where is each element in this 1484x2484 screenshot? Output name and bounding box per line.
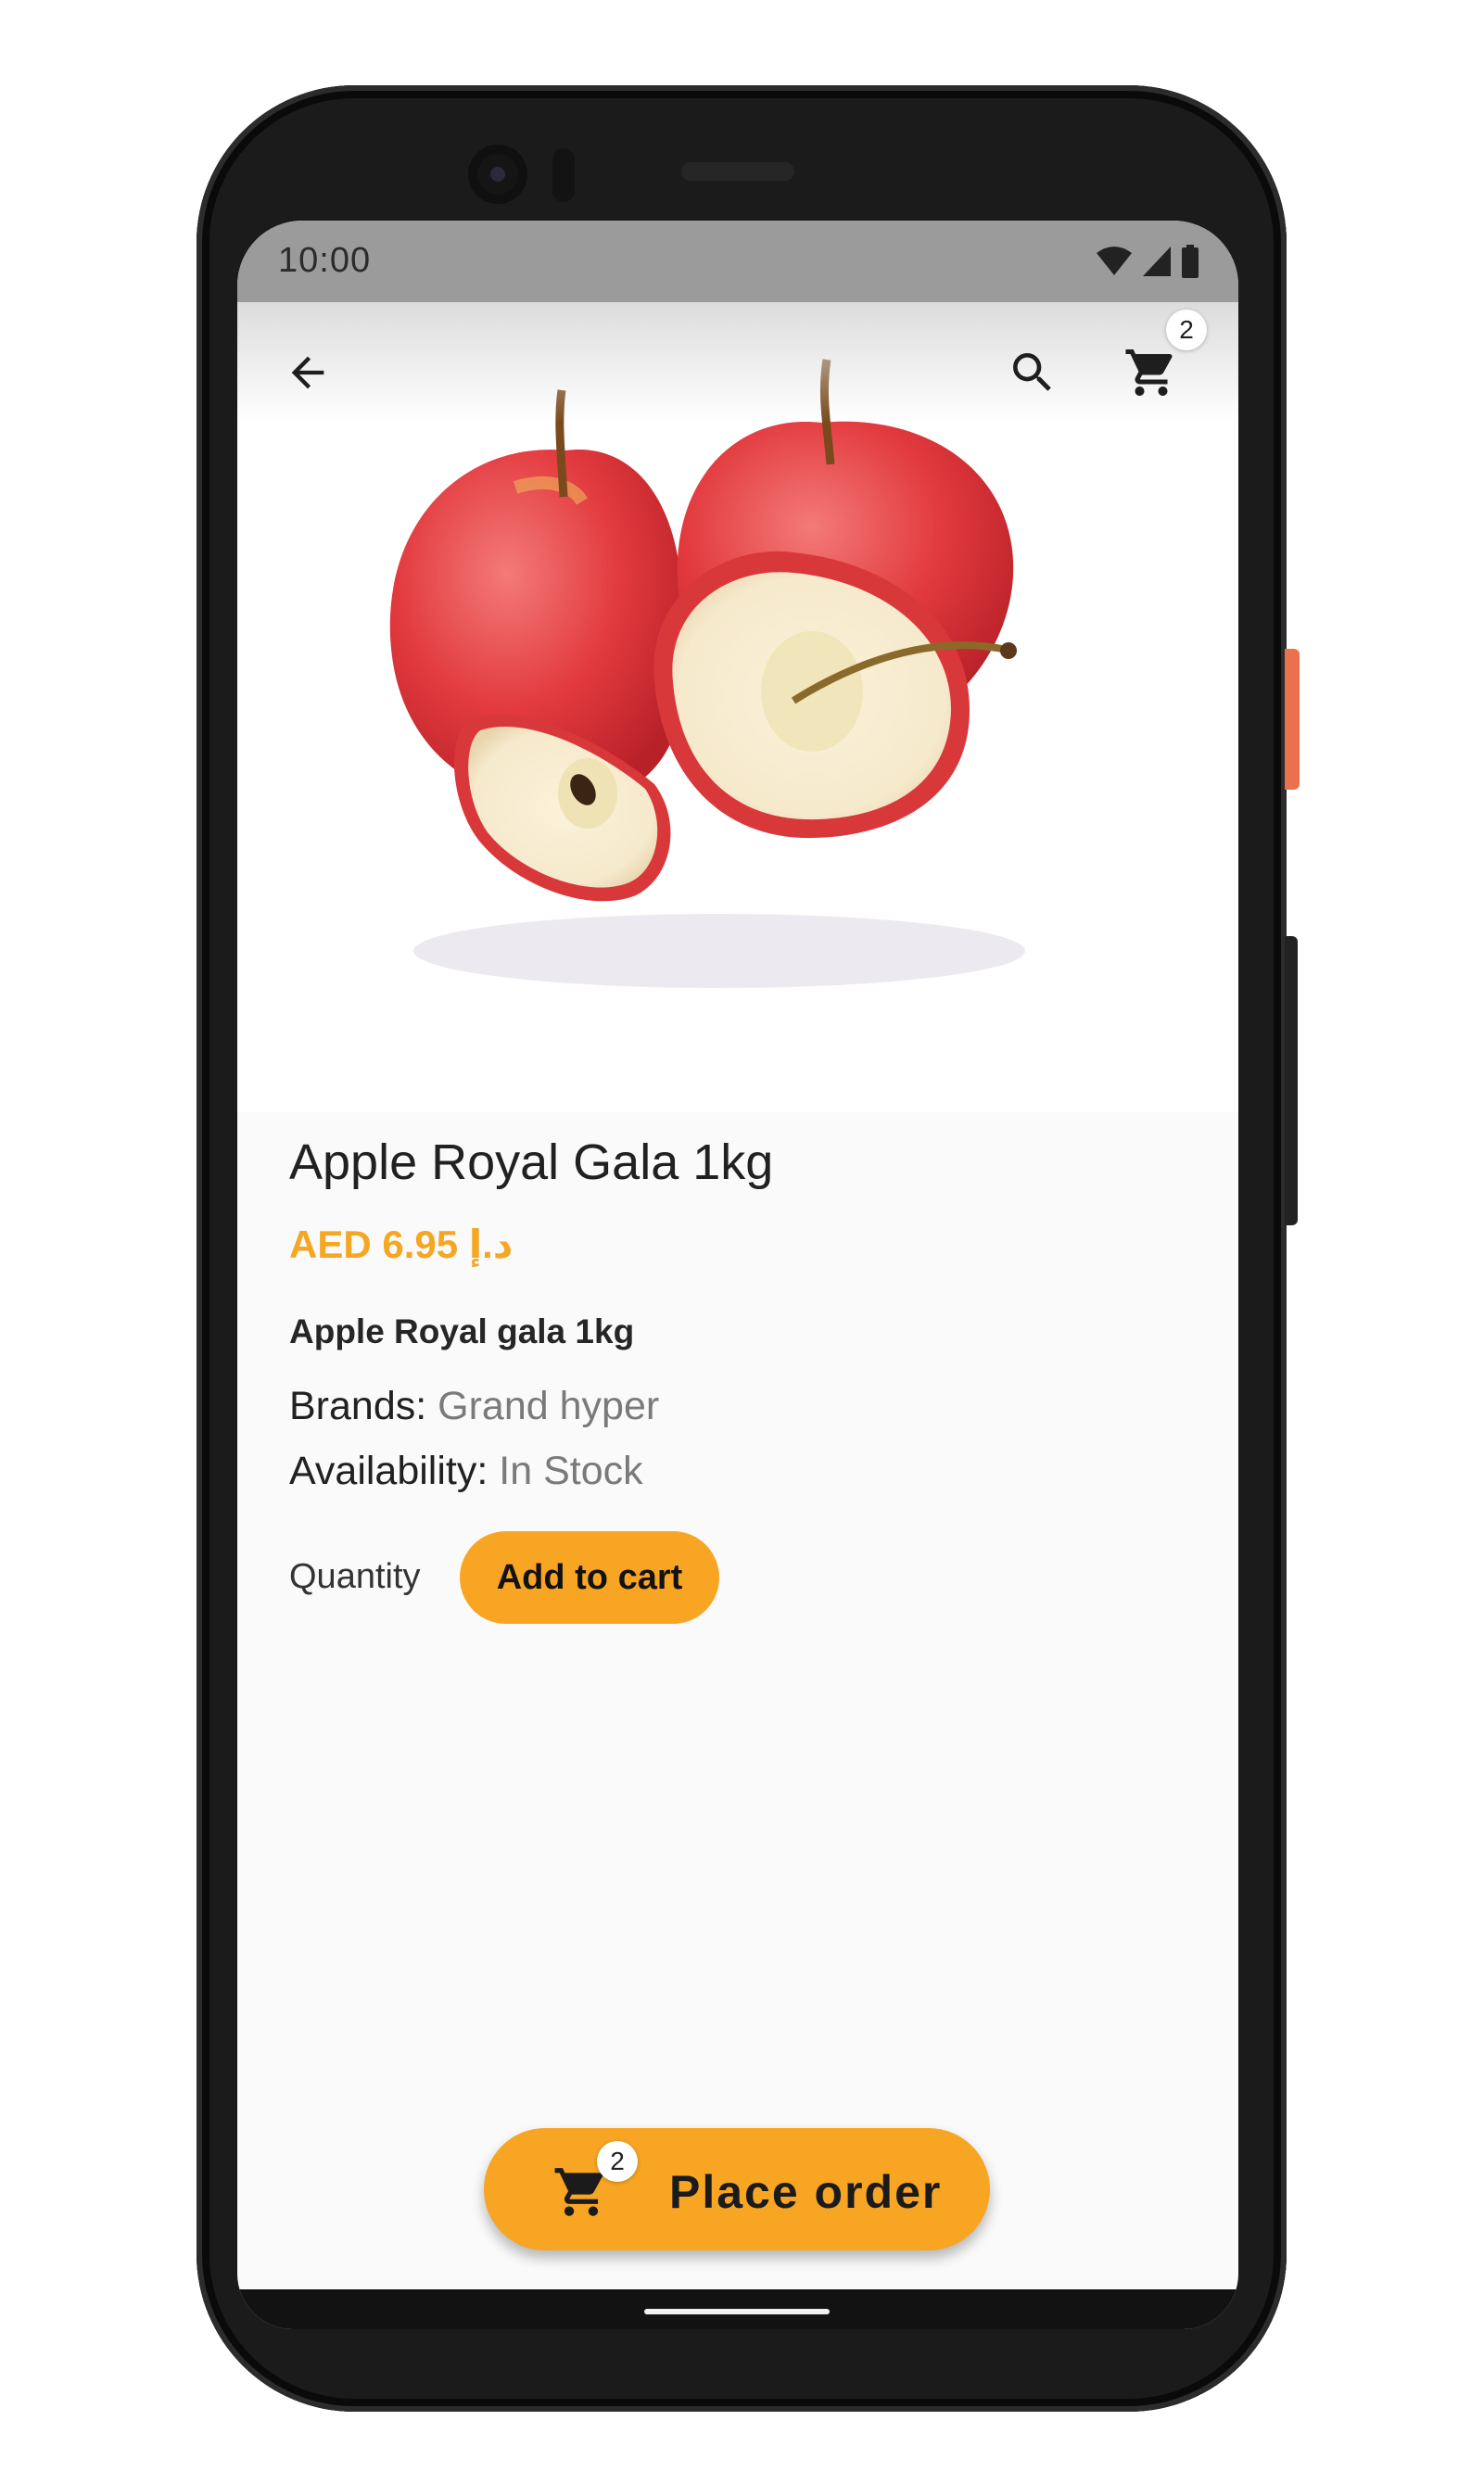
apples-image xyxy=(389,359,1025,988)
status-time: 10:00 xyxy=(278,241,372,280)
back-button[interactable] xyxy=(271,336,345,410)
search-icon xyxy=(1013,353,1051,391)
home-indicator[interactable] xyxy=(644,2309,830,2314)
search-button[interactable] xyxy=(996,336,1070,410)
front-camera xyxy=(468,145,527,204)
place-order-count-badge: 2 xyxy=(597,2141,638,2182)
brand-label: Brands: xyxy=(289,1384,427,1428)
place-order-label: Place order xyxy=(669,2166,943,2218)
wifi-icon xyxy=(1097,247,1132,275)
cart-icon xyxy=(1125,349,1173,396)
product-price: AED 6.95 د.إ xyxy=(289,1223,514,1266)
product-description: Apple Royal gala 1kg xyxy=(289,1312,635,1350)
status-bar: 10:00 xyxy=(237,221,1238,302)
arrow-back-icon xyxy=(291,356,324,389)
power-button xyxy=(1285,649,1300,790)
proximity-sensor xyxy=(552,148,575,202)
toolbar-scrim xyxy=(237,302,1238,423)
product-title: Apple Royal Gala 1kg xyxy=(289,1134,774,1190)
battery-icon xyxy=(1182,245,1199,278)
add-to-cart-button[interactable]: Add to cart xyxy=(460,1531,719,1624)
cart-count-badge: 2 xyxy=(1166,310,1207,350)
place-order-button[interactable]: 2 Place order xyxy=(484,2128,990,2250)
volume-button xyxy=(1285,936,1298,1225)
brand-row: Brands: Grand hyper xyxy=(289,1384,659,1429)
app-screen: 10:00 2 Apple Royal Gala 1kg AED 6.95 د.… xyxy=(237,221,1238,2329)
availability-label: Availability: xyxy=(289,1449,488,1493)
status-icons xyxy=(1096,245,1199,278)
earpiece-speaker xyxy=(681,162,794,181)
availability-row: Availability: In Stock xyxy=(289,1449,643,1494)
availability-value: In Stock xyxy=(499,1449,643,1493)
quantity-label: Quantity xyxy=(289,1557,421,1596)
product-image xyxy=(237,302,1238,1112)
brand-value: Grand hyper xyxy=(438,1384,660,1428)
cell-signal-icon xyxy=(1143,247,1171,276)
